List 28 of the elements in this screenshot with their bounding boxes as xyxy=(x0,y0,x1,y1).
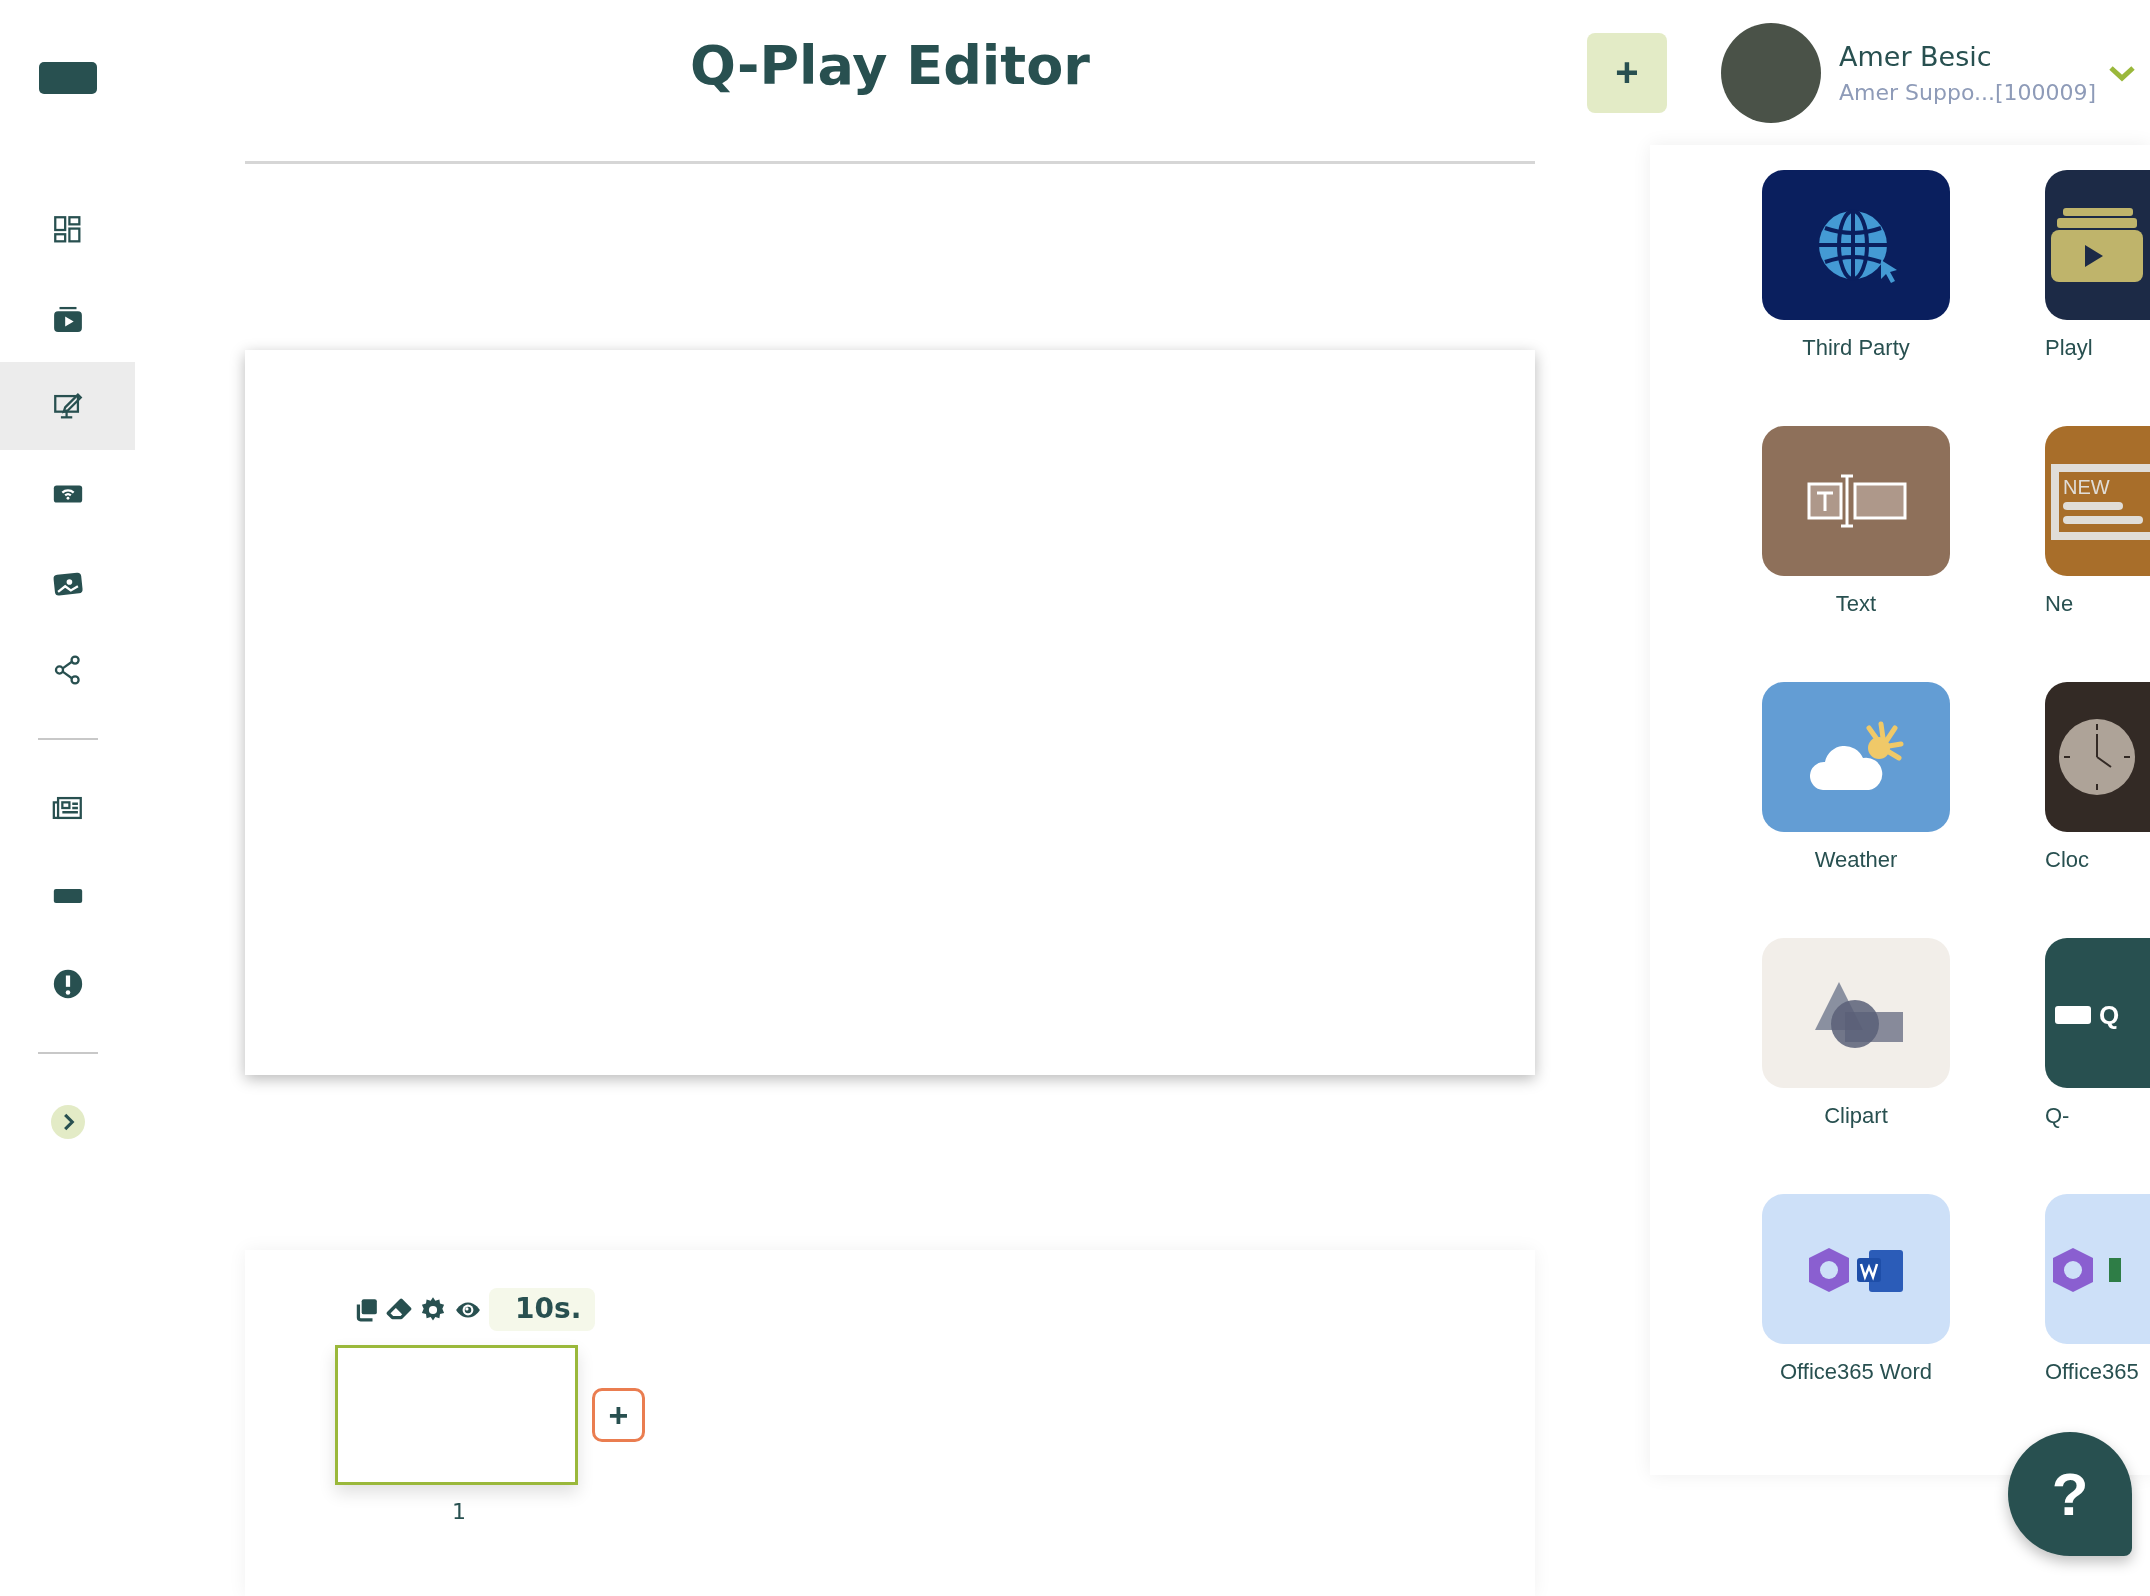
app-label: Office365 xyxy=(2045,1358,2139,1386)
app-label: Ne xyxy=(2045,590,2074,618)
add-slide-button[interactable]: + xyxy=(592,1388,645,1442)
app-tile[interactable]: Q xyxy=(2045,938,2150,1088)
page-title: Q-Play Editor xyxy=(689,33,1091,99)
app-label: Playl xyxy=(2045,334,2093,362)
app-tile[interactable] xyxy=(1762,426,1950,576)
add-button[interactable]: + xyxy=(1587,32,1667,113)
app-tile[interactable] xyxy=(1762,938,1950,1088)
app-label: Office365 Word xyxy=(1779,1358,1932,1386)
app-tile[interactable] xyxy=(1762,170,1950,320)
app-label: Q- xyxy=(2045,1102,2070,1130)
account-name: Amer Suppo...[100009] xyxy=(1839,79,2097,105)
user-name: Amer Besic xyxy=(1839,40,1993,72)
app-tile[interactable] xyxy=(1762,682,1950,832)
app-label: Third Party xyxy=(1802,334,1910,362)
slide-number: 1 xyxy=(451,1499,467,1524)
app-label: Weather xyxy=(1814,846,1898,874)
app-label: Text xyxy=(1835,590,1877,618)
app-tile[interactable] xyxy=(1762,1194,1950,1344)
duration-field[interactable]: 10s. xyxy=(489,1288,596,1331)
chevron-right-icon xyxy=(50,1105,85,1139)
app-label: Cloc xyxy=(2045,846,2089,874)
help-button[interactable]: ? xyxy=(2008,1432,2132,1556)
app-label: Clipart xyxy=(1824,1102,1888,1130)
logo-block[interactable] xyxy=(38,62,97,94)
nav-item[interactable] xyxy=(0,362,135,450)
slide-thumbnail[interactable] xyxy=(335,1345,578,1485)
